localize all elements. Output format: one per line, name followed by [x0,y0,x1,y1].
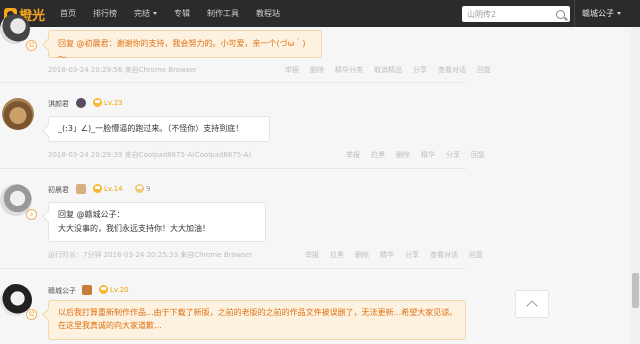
report-link[interactable]: 举报 [346,150,360,160]
scrollbar-thumb[interactable] [632,273,639,308]
comment-text-line1: 以后我打算重新制作作品...由于下载了新版，之前的老版的之前的作品文件被误删了，… [58,308,456,317]
comment-text-line2: 大大没事的，我们永远支持你！大大加油！ [58,224,210,233]
view-thread-link[interactable]: 查看对话 [438,65,466,75]
nav-home[interactable]: 首页 [60,8,76,19]
author-comment-bubble: 以后我打算重新制作作品...由于下载了新版，之前的老版的之前的作品文件被误删了，… [48,300,466,340]
delete-link[interactable]: 删除 [396,150,410,160]
divider [0,268,466,269]
user-badge-icon [82,285,92,295]
back-to-top-button[interactable] [515,290,549,318]
nav-tutorials[interactable]: 教程站 [256,8,280,19]
nav-albums[interactable]: 专辑 [174,8,190,19]
report-link[interactable]: 举报 [305,250,319,260]
comment-text-line1: 回复 @赣城公子： [58,210,125,219]
nav-tools[interactable]: 制作工具 [207,8,239,19]
comment-meta: 2018-03-24 20:29:39 来自Coolpad8675-A(Cool… [48,151,252,159]
main-nav: 首页 排行榜 完结 专辑 制作工具 教程站 [60,0,297,27]
level-badge: Lv.20 [99,285,129,294]
chevron-down-icon [617,12,621,15]
comment-text-line2: 在这里我真诚的向大家道歉... [58,321,162,330]
report-link[interactable]: 举报 [285,65,299,75]
level-badge: Lv.14 [93,184,123,193]
comment-meta: 2018-03-24 20:29:56 来自Chrome Browser [48,66,197,74]
author-badge-icon: 公 [26,309,37,320]
reply-link[interactable]: 回复 [471,150,485,160]
fan-badge: 9 [135,184,150,193]
nav-ranking[interactable]: 排行榜 [93,8,117,19]
top-nav-bar: 橙光 首页 排行榜 完结 专辑 制作工具 教程站 山阴传2 赣城公子 [0,0,640,27]
reply-link[interactable]: 回复 [469,250,483,260]
level-badge: Lv.23 [93,98,123,107]
comment-bubble: _(:3」∠)_一脸懵逼的跑过来。（不怪你）支持到底！ [48,116,270,142]
delete-link[interactable]: 删除 [310,65,324,75]
level-icon [93,98,102,107]
user-badge-icon [76,98,86,108]
level-icon [99,285,108,294]
user-badge-icon [76,184,86,194]
search-box[interactable]: 山阴传2 [462,6,570,22]
search-input[interactable]: 山阴传2 [467,9,556,20]
divider [0,168,466,169]
author-badge-icon: 公 [26,40,37,51]
share-link[interactable]: 分享 [413,65,427,75]
nav-finished[interactable]: 完结 [134,8,157,19]
share-link[interactable]: 分享 [405,250,419,260]
search-icon[interactable] [556,9,565,19]
divider [0,82,466,83]
reply-link[interactable]: 回复 [477,65,491,75]
block-link[interactable]: 拉黑 [330,250,344,260]
view-thread-link[interactable]: 查看对话 [430,250,458,260]
author-name[interactable]: 赣城公子 [48,286,76,296]
comment-bubble: 回复 @赣城公子： 大大没事的，我们永远支持你！大大加油！ [48,202,266,242]
emoji-icon [135,184,144,193]
author-name[interactable]: 初晨君 [48,185,69,195]
feature-link[interactable]: 精华 [380,250,394,260]
comment-text: _(:3」∠)_一脸懵逼的跑过来。（不怪你）支持到底！ [58,124,244,133]
category-link[interactable]: 精华分类 [335,65,363,75]
delete-link[interactable]: 删除 [355,250,369,260]
avatar[interactable] [0,14,30,44]
comment-meta: 运行时长：7分钟 2018-03-24 20:25:33 来自Chrome Br… [48,251,253,259]
unfeature-link[interactable]: 取消精品 [374,65,402,75]
user-name: 赣城公子 [582,9,614,18]
feature-link[interactable]: 精华 [421,150,435,160]
comment-actions: 举报 删除 精华分类 取消精品 分享 查看对话 回复 [274,65,491,75]
user-menu[interactable]: 赣城公子 [574,0,621,27]
chevron-down-icon [153,12,157,15]
scrollbar[interactable] [631,27,640,344]
comment-text: 回复 @初晨君：谢谢你的支持，我会努力的。小可爱，亲一个(づω｀)～ [58,39,306,62]
block-link[interactable]: 拉黑 [371,150,385,160]
chevron-up-icon [526,300,538,312]
search-badge-icon: ⌕ [26,209,37,220]
avatar[interactable] [2,98,34,130]
share-link[interactable]: 分享 [446,150,460,160]
level-icon [93,184,102,193]
comment-actions: 举报 拉黑 删除 精华 分享 查看对话 回复 [294,250,483,260]
comment-actions: 举报 拉黑 删除 精华 分享 回复 [335,150,485,160]
author-name[interactable]: 淇颜君 [48,99,69,109]
reply-bubble: 回复 @初晨君：谢谢你的支持，我会努力的。小可爱，亲一个(づω｀)～ [48,30,322,62]
